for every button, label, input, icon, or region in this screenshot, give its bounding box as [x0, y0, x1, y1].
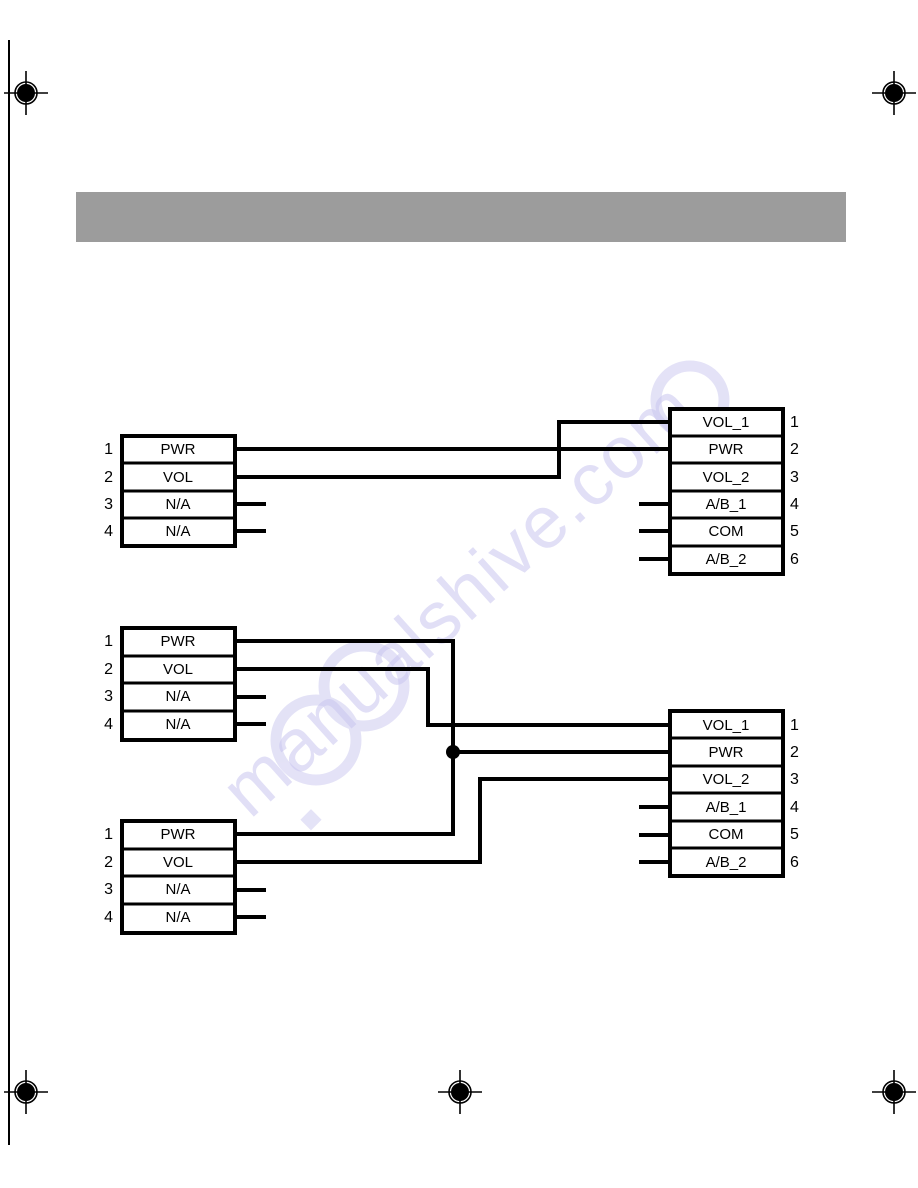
- pin-number: 2: [104, 661, 113, 678]
- pin-number: 1: [104, 633, 113, 650]
- diagram-bottom-wires: [235, 639, 670, 919]
- top-left-connector[interactable]: PWR VOL N/A N/A 1 2 3 4: [104, 434, 237, 548]
- pin-number: 5: [790, 826, 799, 843]
- pin-label: VOL: [163, 469, 193, 486]
- pin-label: COM: [709, 826, 744, 843]
- pin-label: A/B_1: [706, 496, 747, 513]
- pin-label: VOL: [163, 854, 193, 871]
- pin-label: VOL: [163, 661, 193, 678]
- pin-label: N/A: [165, 909, 190, 926]
- pin-label: VOL_1: [703, 717, 750, 734]
- pin-label: PWR: [709, 744, 744, 761]
- pin-label: N/A: [165, 688, 190, 705]
- pin-number: 4: [104, 909, 113, 926]
- pin-number: 5: [790, 523, 799, 540]
- pin-number: 3: [104, 881, 113, 898]
- top-right-connector[interactable]: VOL_1 PWR VOL_2 A/B_1 COM A/B_2 1 2 3 4 …: [668, 407, 799, 576]
- pin-number: 4: [790, 799, 799, 816]
- pin-number: 2: [104, 854, 113, 871]
- pin-label: COM: [709, 523, 744, 540]
- wire-mid-pwr-to-junction: [235, 639, 455, 752]
- pin-number: 3: [104, 688, 113, 705]
- bottom-right-connector[interactable]: VOL_1 PWR VOL_2 A/B_1 COM A/B_2 1 2 3 4 …: [668, 709, 799, 878]
- pin-number: 1: [104, 441, 113, 458]
- pin-label: N/A: [165, 716, 190, 733]
- pin-label: PWR: [161, 441, 196, 458]
- pin-number: 2: [790, 441, 799, 458]
- pin-number: 6: [790, 551, 799, 568]
- wire-bottom-pwr-to-junction: [235, 752, 455, 836]
- pin-label: A/B_2: [706, 854, 747, 871]
- pin-number: 2: [104, 469, 113, 486]
- pin-label: N/A: [165, 496, 190, 513]
- pin-number: 4: [104, 523, 113, 540]
- pin-label: VOL_2: [703, 469, 750, 486]
- pin-label: A/B_2: [706, 551, 747, 568]
- pin-number: 6: [790, 854, 799, 871]
- pin-label: N/A: [165, 881, 190, 898]
- pin-label: N/A: [165, 523, 190, 540]
- bottom-left-connector[interactable]: PWR VOL N/A N/A 1 2 3 4: [104, 819, 237, 935]
- pin-number: 4: [790, 496, 799, 513]
- diagram-top-wires: [235, 420, 670, 561]
- pin-label: VOL_2: [703, 771, 750, 788]
- pin-label: PWR: [161, 826, 196, 843]
- pin-number: 2: [790, 744, 799, 761]
- mid-left-connector[interactable]: PWR VOL N/A N/A 1 2 3 4: [104, 626, 237, 742]
- pin-number: 3: [104, 496, 113, 513]
- junction-dot: [446, 745, 460, 759]
- pin-number: 1: [790, 414, 799, 431]
- wire-vol-to-pwr: [235, 447, 670, 479]
- pin-number: 3: [790, 771, 799, 788]
- wiring-diagram: PWR VOL N/A N/A 1 2 3 4 VOL_1 PWR VOL_2 …: [104, 407, 799, 935]
- pin-number: 1: [104, 826, 113, 843]
- pin-label: A/B_1: [706, 799, 747, 816]
- pin-number: 1: [790, 717, 799, 734]
- page-canvas: manualshive.com PWR VOL N/A N/A 1 2 3 4 …: [0, 0, 918, 1188]
- wire-pwr-to-vol1: [235, 420, 670, 451]
- pin-label: PWR: [161, 633, 196, 650]
- pin-label: VOL_1: [703, 414, 750, 431]
- pin-label: PWR: [709, 441, 744, 458]
- pin-number: 4: [104, 716, 113, 733]
- pin-number: 3: [790, 469, 799, 486]
